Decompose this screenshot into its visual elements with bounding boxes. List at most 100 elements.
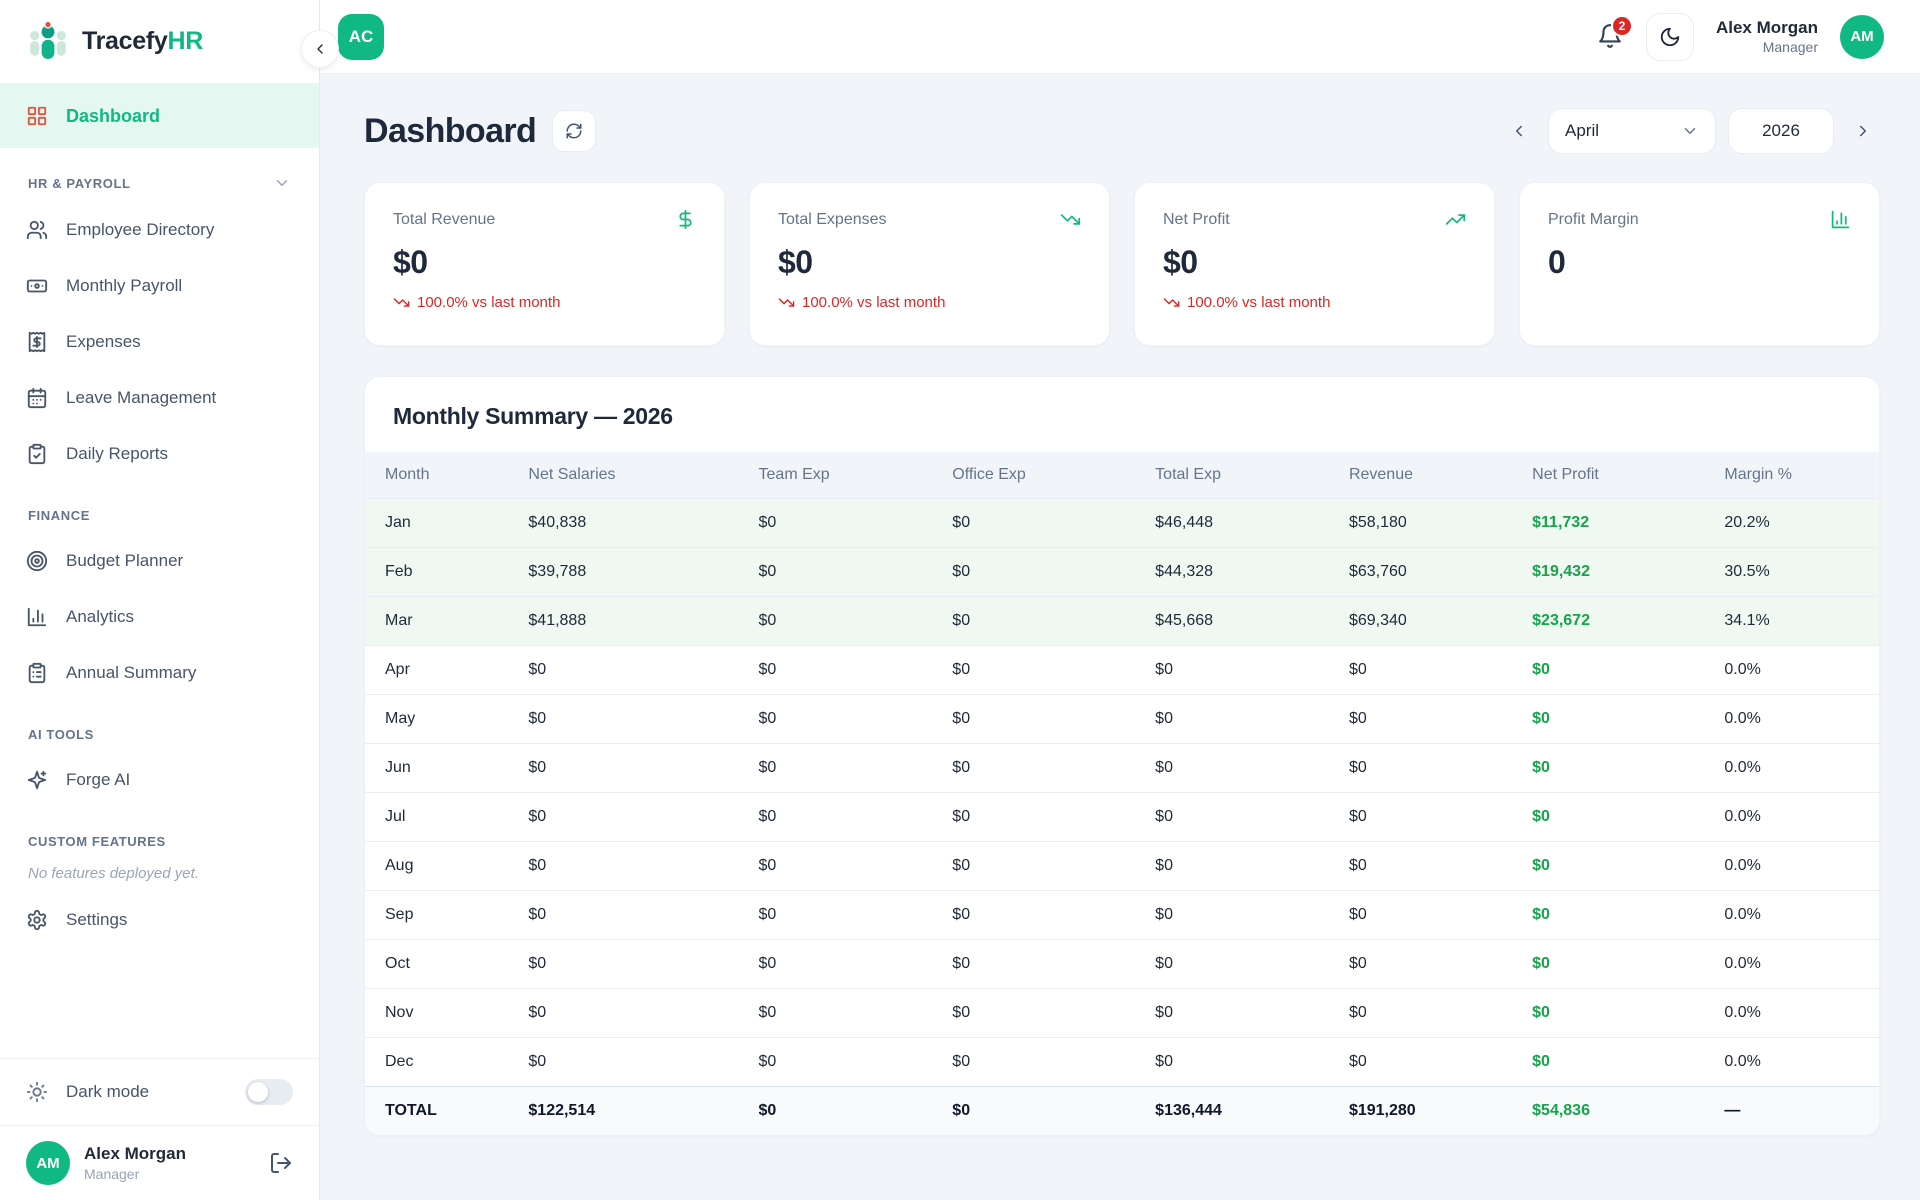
topbar: AC 2 Alex Morgan Manager AM — [320, 0, 1920, 74]
col-header-month: Month — [365, 452, 516, 499]
monthly-summary-card: Monthly Summary — 2026 MonthNet Salaries… — [364, 376, 1880, 1136]
page-title: Dashboard — [364, 112, 536, 151]
value-cell: $0 — [940, 695, 1143, 744]
value-cell: $0 — [516, 940, 746, 989]
moon-icon — [1659, 26, 1681, 48]
value-cell: $0 — [1143, 989, 1337, 1038]
kpi-label: Net Profit — [1163, 211, 1230, 229]
month-cell: Jun — [365, 744, 516, 793]
chevron-right-icon — [1854, 122, 1872, 140]
table-header-row: MonthNet SalariesTeam ExpOffice ExpTotal… — [365, 452, 1879, 499]
section-label-hr-payroll[interactable]: HR & PAYROLL — [0, 148, 319, 202]
bar-chart-icon — [26, 606, 48, 628]
col-header-revenue: Revenue — [1337, 452, 1520, 499]
total-value-cell: $0 — [940, 1087, 1143, 1136]
sidebar-item-monthly-payroll[interactable]: Monthly Payroll — [0, 258, 319, 314]
topbar-user-role: Manager — [1716, 39, 1818, 55]
trending-down-icon — [1060, 209, 1081, 230]
value-cell: $19,432 — [1520, 548, 1712, 597]
kpi-delta-text: 100.0% vs last month — [417, 294, 560, 311]
month-cell: Oct — [365, 940, 516, 989]
kpi-card-header: Net Profit — [1163, 209, 1466, 230]
value-cell: 0.0% — [1712, 646, 1879, 695]
sidebar-item-leave-management[interactable]: Leave Management — [0, 370, 319, 426]
value-cell: 0.0% — [1712, 793, 1879, 842]
user-meta: Alex Morgan Manager — [84, 1144, 186, 1182]
sidebar-collapse-button[interactable] — [301, 30, 339, 68]
clipboard-list-icon — [26, 662, 48, 684]
sidebar-item-budget-planner[interactable]: Budget Planner — [0, 533, 319, 589]
sidebar-item-daily-reports[interactable]: Daily Reports — [0, 426, 319, 482]
sidebar-item-employee-directory[interactable]: Employee Directory — [0, 202, 319, 258]
sidebar-footer: Dark mode AM Alex Morgan Manager — [0, 1058, 319, 1200]
sidebar-item-annual-summary[interactable]: Annual Summary — [0, 645, 319, 701]
kpi-card-total-expenses: Total Expenses$0100.0% vs last month — [749, 182, 1110, 346]
gear-icon — [26, 909, 48, 931]
sidebar-nav: Dashboard HR & PAYROLLEmployee Directory… — [0, 84, 319, 1058]
month-cell: Apr — [365, 646, 516, 695]
kpi-card-header: Profit Margin — [1548, 209, 1851, 230]
title-row: Dashboard April 2026 — [364, 108, 1880, 154]
value-cell: 0.0% — [1712, 989, 1879, 1038]
workspace-badge[interactable]: AC — [338, 14, 384, 60]
kpi-card-header: Total Revenue — [393, 209, 696, 230]
year-display[interactable]: 2026 — [1728, 108, 1834, 154]
brand-logo-icon — [26, 20, 70, 64]
value-cell: $0 — [516, 646, 746, 695]
brand-name: TracefyHR — [82, 27, 203, 56]
receipt-icon — [26, 331, 48, 353]
month-cell: Sep — [365, 891, 516, 940]
value-cell: $0 — [1143, 695, 1337, 744]
trending-down-icon — [1163, 294, 1180, 311]
value-cell: 0.0% — [1712, 1038, 1879, 1087]
table-row-nov: Nov$0$0$0$0$0$00.0% — [365, 989, 1879, 1038]
section-label-text: AI TOOLS — [28, 727, 94, 742]
value-cell: $0 — [1520, 744, 1712, 793]
col-header-net-profit: Net Profit — [1520, 452, 1712, 499]
previous-month-button[interactable] — [1502, 114, 1536, 148]
value-cell: $0 — [516, 744, 746, 793]
refresh-button[interactable] — [552, 110, 596, 152]
kpi-delta: 100.0% vs last month — [1163, 294, 1466, 311]
next-month-button[interactable] — [1846, 114, 1880, 148]
toggle-knob — [248, 1082, 268, 1102]
value-cell: $0 — [747, 989, 941, 1038]
sidebar-item-label: Analytics — [66, 607, 134, 627]
value-cell: $0 — [1520, 940, 1712, 989]
value-cell: $0 — [1143, 940, 1337, 989]
value-cell: $0 — [1337, 793, 1520, 842]
dark-mode-toggle[interactable] — [245, 1079, 293, 1105]
value-cell: $0 — [1520, 891, 1712, 940]
sidebar-item-dashboard[interactable]: Dashboard — [0, 84, 319, 148]
kpi-delta-text: 100.0% vs last month — [802, 294, 945, 311]
value-cell: $63,760 — [1337, 548, 1520, 597]
sidebar-item-settings[interactable]: Settings — [0, 892, 319, 948]
kpi-card-profit-margin: Profit Margin 0 — [1519, 182, 1880, 346]
value-cell: 0.0% — [1712, 842, 1879, 891]
sidebar-item-label: Budget Planner — [66, 551, 183, 571]
col-header-net-salaries: Net Salaries — [516, 452, 746, 499]
value-cell: $0 — [1337, 1038, 1520, 1087]
value-cell: $11,732 — [1520, 499, 1712, 548]
kpi-value: $0 — [1163, 244, 1466, 281]
value-cell: $0 — [516, 891, 746, 940]
custom-features-empty-text: No features deployed yet. — [0, 859, 319, 892]
target-icon — [26, 550, 48, 572]
dollar-icon — [675, 209, 696, 230]
value-cell: $0 — [1520, 695, 1712, 744]
sidebar-user-row: AM Alex Morgan Manager — [0, 1125, 319, 1200]
month-select[interactable]: April — [1548, 108, 1716, 154]
logout-button[interactable] — [269, 1151, 293, 1175]
sidebar-item-forge-ai[interactable]: Forge AI — [0, 752, 319, 808]
value-cell: $0 — [516, 1038, 746, 1087]
topbar-avatar[interactable]: AM — [1840, 15, 1884, 59]
value-cell: 0.0% — [1712, 891, 1879, 940]
theme-toggle-button[interactable] — [1646, 13, 1694, 61]
col-header-total-exp: Total Exp — [1143, 452, 1337, 499]
notifications-button[interactable]: 2 — [1596, 23, 1624, 51]
table-row-jan: Jan$40,838$0$0$46,448$58,180$11,73220.2% — [365, 499, 1879, 548]
sidebar-item-expenses[interactable]: Expenses — [0, 314, 319, 370]
kpi-value: 0 — [1548, 244, 1851, 281]
sidebar-item-analytics[interactable]: Analytics — [0, 589, 319, 645]
avatar: AM — [26, 1141, 70, 1185]
